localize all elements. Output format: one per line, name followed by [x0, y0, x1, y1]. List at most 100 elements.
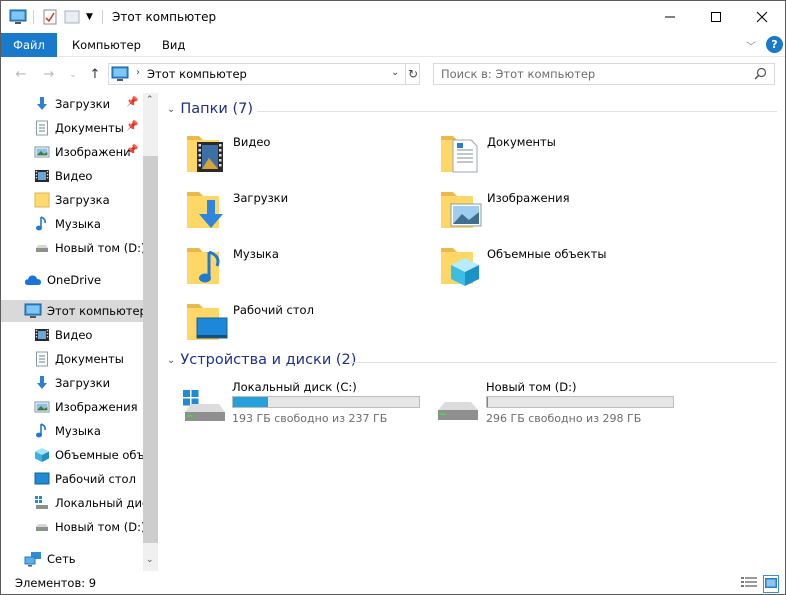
close-button[interactable] [739, 1, 785, 33]
folder-desktop[interactable]: Рабочий стол [183, 296, 423, 348]
sidebar-item-pc-volume-d[interactable]: Новый том (D:) [1, 516, 143, 538]
document-icon [34, 351, 50, 367]
sidebar-item-label: Изображени [55, 145, 131, 159]
video-folder-icon [183, 128, 231, 176]
folder-label: Музыка [233, 247, 279, 261]
sidebar-item-label: Объемные объе [55, 448, 143, 462]
sidebar-item-documents[interactable]: Документы 📌 [1, 117, 143, 139]
cloud-icon [24, 272, 41, 288]
drive-label: Новый том (D:) [486, 380, 577, 394]
breadcrumb-chevron-icon[interactable]: › [136, 67, 140, 78]
video-icon [34, 168, 50, 184]
drive-usage-bar [486, 396, 674, 408]
maximize-button[interactable] [693, 1, 739, 33]
back-arrow-icon[interactable]: ← [13, 67, 29, 83]
group-title: Устройства и диски (2) [180, 352, 357, 368]
sidebar-item-label: OneDrive [47, 273, 102, 287]
music-icon [34, 423, 50, 439]
close-icon [756, 11, 768, 23]
drive-c[interactable]: Локальный диск (C:) 193 ГБ свободно из 2… [181, 380, 431, 426]
minimize-button[interactable] [647, 1, 693, 33]
download-icon [34, 375, 50, 391]
search-icon[interactable] [754, 67, 767, 83]
sidebar-item-local-disk-c[interactable]: Локальный дис [1, 492, 143, 514]
refresh-icon[interactable]: ↻ [405, 64, 420, 84]
windows-drive-icon [181, 388, 227, 427]
windows-drive-icon [34, 495, 50, 511]
folder-music[interactable]: Музыка [183, 240, 423, 292]
folder-label: Документы [487, 135, 556, 149]
folder-pictures[interactable]: Изображения [437, 184, 677, 236]
sidebar-item-onedrive[interactable]: OneDrive [1, 269, 143, 291]
recent-locations-icon[interactable]: ⌄ [65, 67, 81, 83]
drive-icon [34, 240, 50, 256]
forward-arrow-icon[interactable]: → [41, 67, 57, 83]
folder-video[interactable]: Видео [183, 128, 423, 180]
pictures-folder-icon [437, 184, 485, 232]
sidebar-item-downloads[interactable]: Загрузки 📌 [1, 93, 143, 115]
tab-computer[interactable]: Компьютер [72, 33, 141, 57]
tab-file[interactable]: Файл [1, 33, 57, 57]
properties-icon[interactable] [42, 9, 58, 25]
details-view-icon[interactable] [741, 576, 757, 591]
download-icon [34, 96, 50, 112]
usage-fill [233, 397, 269, 407]
usage-fill [487, 397, 489, 407]
folder-documents[interactable]: Документы [437, 128, 677, 180]
sidebar-item-video[interactable]: Видео [1, 165, 143, 187]
drive-d[interactable]: Новый том (D:) 296 ГБ свободно из 298 ГБ [435, 380, 685, 426]
sidebar-item-zagruzka[interactable]: Загрузка [1, 189, 143, 211]
document-icon [34, 120, 50, 136]
folder-label: Изображения [487, 191, 570, 205]
sidebar-item-label: Музыка [55, 217, 101, 231]
address-dropdown-icon[interactable]: ⌄ [391, 67, 399, 78]
devices-group-header[interactable]: ⌄ Устройства и диски (2) [167, 352, 356, 368]
sidebar-item-label: Документы [55, 352, 124, 366]
new-folder-icon[interactable] [64, 9, 80, 25]
sidebar-item-pc-documents[interactable]: Документы [1, 348, 143, 370]
desktop-icon [34, 471, 50, 487]
customize-toolbar-icon[interactable]: ▼ [86, 9, 96, 25]
sidebar-item-music[interactable]: Музыка [1, 213, 143, 235]
breadcrumb[interactable]: Этот компьютер [147, 67, 247, 81]
sidebar-item-network[interactable]: Сеть [1, 548, 143, 570]
group-title: Папки (7) [180, 101, 253, 117]
sidebar-item-volume-d[interactable]: Новый том (D:) [1, 237, 143, 259]
desktop-folder-icon [183, 296, 231, 344]
sidebar-item-pc-video[interactable]: Видео [1, 324, 143, 346]
pictures-icon [34, 399, 50, 415]
sidebar-item-desktop[interactable]: Рабочий стол [1, 468, 143, 490]
music-icon [34, 216, 50, 232]
sidebar-item-label: Изображения [55, 400, 138, 414]
ribbon-expand-icon[interactable]: ﹀ [746, 38, 756, 53]
network-icon [24, 551, 42, 567]
window-title: Этот компьютер [112, 10, 217, 24]
sidebar-item-3d-objects[interactable]: Объемные объе [1, 444, 143, 466]
folder-label: Загрузки [233, 191, 289, 205]
folders-group-header[interactable]: ⌄ Папки (7) [167, 101, 253, 117]
minimize-icon [665, 16, 675, 18]
folder-label: Объемные объекты [487, 247, 607, 261]
large-icons-view-icon[interactable] [763, 575, 779, 593]
help-icon[interactable]: ? [766, 36, 783, 53]
computer-icon[interactable] [9, 9, 27, 25]
sidebar-item-label: Документы [55, 121, 124, 135]
folder-downloads[interactable]: Загрузки [183, 184, 423, 236]
drive-icon [34, 519, 50, 535]
tab-view[interactable]: Вид [162, 33, 185, 57]
pin-icon: 📌 [126, 121, 139, 132]
sidebar-item-pc-pictures[interactable]: Изображения [1, 396, 143, 418]
up-arrow-icon[interactable]: ↑ [87, 67, 103, 83]
sidebar-item-this-pc[interactable]: Этот компьютер [1, 300, 143, 322]
sidebar-item-pc-music[interactable]: Музыка [1, 420, 143, 442]
sidebar-item-pictures[interactable]: Изображени 📌 [1, 141, 143, 163]
divider [33, 10, 34, 24]
folder-3d-objects[interactable]: Объемные объекты [437, 240, 677, 292]
music-folder-icon [183, 240, 231, 288]
divider [257, 111, 777, 112]
computer-icon [111, 66, 129, 85]
sidebar-item-pc-downloads[interactable]: Загрузки [1, 372, 143, 394]
folder-label: Видео [233, 135, 271, 149]
video-icon [34, 327, 50, 343]
drive-label: Локальный диск (C:) [232, 380, 357, 394]
